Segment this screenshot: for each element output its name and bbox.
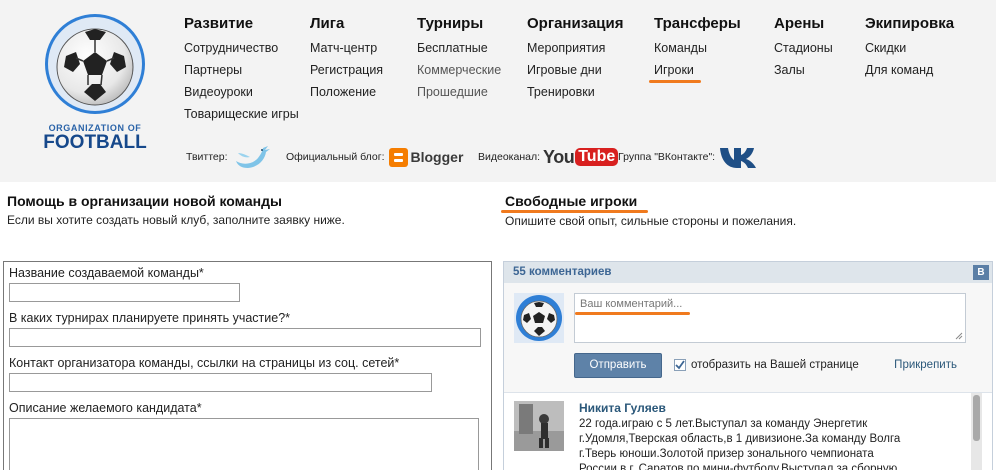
nav-link[interactable]: Положение <box>310 83 383 105</box>
nav-link[interactable]: Коммерческие <box>417 61 501 83</box>
nav-link[interactable]: Команды <box>654 39 741 61</box>
nav-link[interactable]: Сотрудничество <box>184 39 299 61</box>
organizer-contact-input[interactable] <box>9 373 432 392</box>
blogger-wordmark: Blogger <box>410 149 464 165</box>
comment-placeholder: Ваш комментарий... <box>580 298 683 310</box>
commenter-avatar[interactable] <box>514 401 564 451</box>
nav-link[interactable]: Регистрация <box>310 61 383 83</box>
scrollbar-thumb[interactable] <box>973 395 980 441</box>
nav-heading[interactable]: Организация <box>527 15 624 39</box>
video-label: Видеоканал: <box>478 151 541 163</box>
social-vk[interactable]: Группа "ВКонтакте": <box>618 142 763 172</box>
tournaments-input[interactable] <box>9 328 481 347</box>
comment-line: г.Тверь юноши.Золотой призер зонального … <box>579 448 874 460</box>
team-name-input[interactable] <box>9 283 240 302</box>
attach-link[interactable]: Прикрепить <box>894 359 957 371</box>
nav-link[interactable]: Тренировки <box>527 83 624 105</box>
comment-compose: Ваш комментарий... Отправить отобразить … <box>504 283 992 393</box>
resize-grip-icon[interactable] <box>955 332 963 340</box>
free-players-title: Свободные игроки <box>505 193 638 209</box>
comment-line: России в г. Саратов по мини-футболу.Выст… <box>579 463 898 470</box>
new-team-form: Название создаваемой команды* В каких ту… <box>3 261 492 470</box>
vk-logo-icon <box>720 148 757 168</box>
nav-link[interactable]: Матч-центр <box>310 39 383 61</box>
nav-link[interactable]: Скидки <box>865 39 954 61</box>
vk-comments-widget: 55 комментариев В Ваш комментарий... Отп… <box>503 261 993 470</box>
nav-link[interactable]: Партнеры <box>184 61 299 83</box>
show-on-page-label[interactable]: отобразить на Вашей странице <box>691 359 859 371</box>
nav-link[interactable]: Товарищеские игры <box>184 105 299 127</box>
twitter-bird-icon <box>235 146 270 168</box>
vk-badge-icon[interactable]: В <box>973 265 989 280</box>
commenter-name[interactable]: Никита Гуляев <box>579 401 666 415</box>
nav-column-tournaments: Турниры Бесплатные Коммерческие Прошедши… <box>417 15 501 105</box>
nav-heading[interactable]: Трансферы <box>654 15 741 39</box>
organizer-contact-label: Контакт организатора команды, ссылки на … <box>9 356 400 370</box>
blog-label: Официальный блог: <box>286 151 385 163</box>
checkmark-icon <box>675 360 685 370</box>
team-name-label: Название создаваемой команды* <box>9 266 204 280</box>
comment-text: 22 года.играю с 5 лет.Выступал за команд… <box>579 417 919 470</box>
logo-text-main: FOOTBALL <box>43 132 147 153</box>
youtube-tube: Tube <box>575 148 619 166</box>
nav-column-arenas: Арены Стадионы Залы <box>774 15 833 83</box>
user-avatar <box>514 293 564 343</box>
nav-heading[interactable]: Арены <box>774 15 833 39</box>
nav-column-league: Лига Матч-центр Регистрация Положение <box>310 15 383 105</box>
social-twitter[interactable]: Твиттер: <box>186 142 274 172</box>
vk-widget-header: 55 комментариев В <box>504 262 992 283</box>
nav-heading[interactable]: Турниры <box>417 15 501 39</box>
nav-column-development: Развитие Сотрудничество Партнеры Видеоур… <box>184 15 299 127</box>
youtube-you: You <box>543 146 575 167</box>
nav-column-organization: Организация Мероприятия Игровые дни Трен… <box>527 15 624 105</box>
nav-link[interactable]: Прошедшие <box>417 83 501 105</box>
comment-line: 22 года.играю с 5 лет.Выступал за команд… <box>579 418 868 430</box>
comment-textarea[interactable]: Ваш комментарий... <box>574 293 966 343</box>
nav-link[interactable]: Стадионы <box>774 39 833 61</box>
twitter-label: Твиттер: <box>186 151 228 163</box>
nav-link-active[interactable]: Игроки <box>649 61 741 83</box>
nav-link[interactable]: Залы <box>774 61 833 83</box>
comments-scrollbar[interactable] <box>971 393 982 470</box>
nav-heading[interactable]: Экипировка <box>865 15 954 39</box>
nav-link[interactable]: Игровые дни <box>527 61 624 83</box>
blogger-icon <box>388 147 408 167</box>
nav-heading[interactable]: Развитие <box>184 15 299 39</box>
new-team-title: Помощь в организации новой команды <box>7 193 282 209</box>
site-logo[interactable]: ORGANIZATION OF FOOTBALL <box>40 12 150 157</box>
candidate-description-label: Описание желаемого кандидата* <box>9 401 202 415</box>
comment-line: г.Удомля,Тверская область,в 1 дивизионе.… <box>579 433 901 445</box>
nav-heading[interactable]: Лига <box>310 15 383 39</box>
vk-label: Группа "ВКонтакте": <box>618 151 716 163</box>
free-players-underline <box>501 210 648 213</box>
comments-count[interactable]: 55 комментариев <box>513 266 611 278</box>
new-team-description: Если вы хотите создать новый клуб, запол… <box>7 213 345 227</box>
nav-link[interactable]: Бесплатные <box>417 39 501 61</box>
social-blog[interactable]: Официальный блог: Blogger <box>286 142 463 172</box>
tournaments-label: В каких турнирах планируете принять учас… <box>9 311 291 325</box>
free-players-description: Опишите свой опыт, сильные стороны и пож… <box>505 214 797 228</box>
soccer-ball-icon <box>45 14 145 114</box>
site-header: ORGANIZATION OF FOOTBALL Развитие Сотруд… <box>0 0 996 182</box>
show-on-page-checkbox[interactable] <box>674 359 686 371</box>
nav-column-equipment: Экипировка Скидки Для команд <box>865 15 954 83</box>
nav-column-transfers: Трансферы Команды Игроки <box>649 15 741 83</box>
nav-link[interactable]: Мероприятия <box>527 39 624 61</box>
comment-underline <box>575 312 690 315</box>
social-youtube[interactable]: Видеоканал: You Tube <box>478 142 619 172</box>
nav-link[interactable]: Для команд <box>865 61 954 83</box>
nav-link[interactable]: Видеоуроки <box>184 83 299 105</box>
candidate-description-textarea[interactable] <box>9 418 479 470</box>
send-button[interactable]: Отправить <box>574 353 662 378</box>
